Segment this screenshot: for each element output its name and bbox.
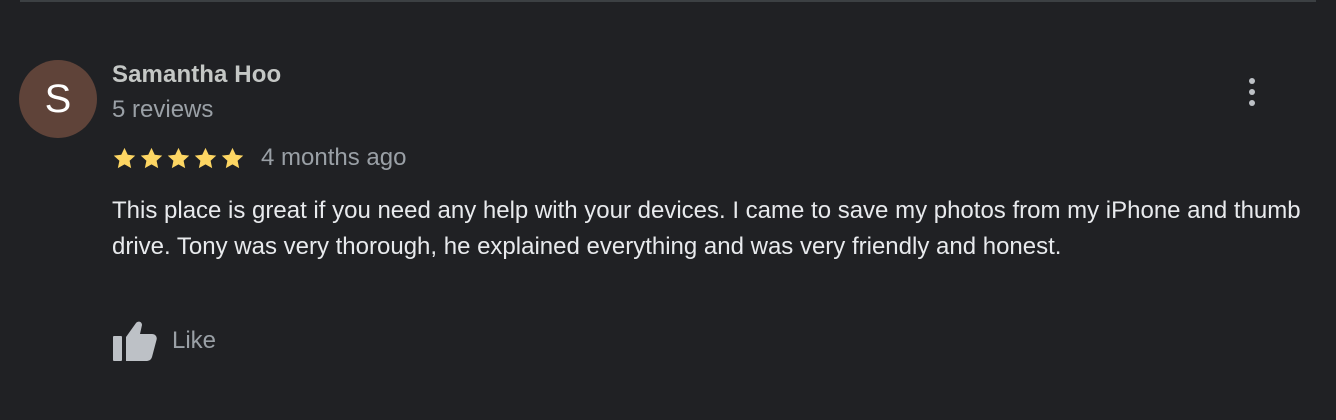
like-label: Like [172, 327, 217, 354]
star-icon [194, 147, 217, 168]
avatar[interactable]: S [19, 60, 97, 138]
review-text: This place is great if you need any help… [112, 197, 1301, 260]
star-icon [113, 147, 136, 168]
review-count: 5 reviews [112, 96, 214, 123]
more-options-button[interactable] [1232, 72, 1272, 112]
star-icon [140, 147, 163, 168]
rating-row: 4 months ago [112, 143, 406, 173]
star-rating [112, 146, 245, 171]
thumb-up-icon [113, 321, 157, 361]
avatar-initial: S [44, 76, 72, 121]
review-card: S Samantha Hoo 5 reviews 4 months ago Th… [0, 0, 1336, 420]
star-icon [167, 147, 190, 168]
more-vert-icon [1249, 78, 1255, 106]
star-icon [221, 147, 244, 168]
review-date: 4 months ago [261, 144, 407, 171]
author-name[interactable]: Samantha Hoo [112, 61, 281, 89]
review-page: S Samantha Hoo 5 reviews 4 months ago Th… [0, 0, 1336, 420]
like-button[interactable]: Like [112, 319, 216, 363]
